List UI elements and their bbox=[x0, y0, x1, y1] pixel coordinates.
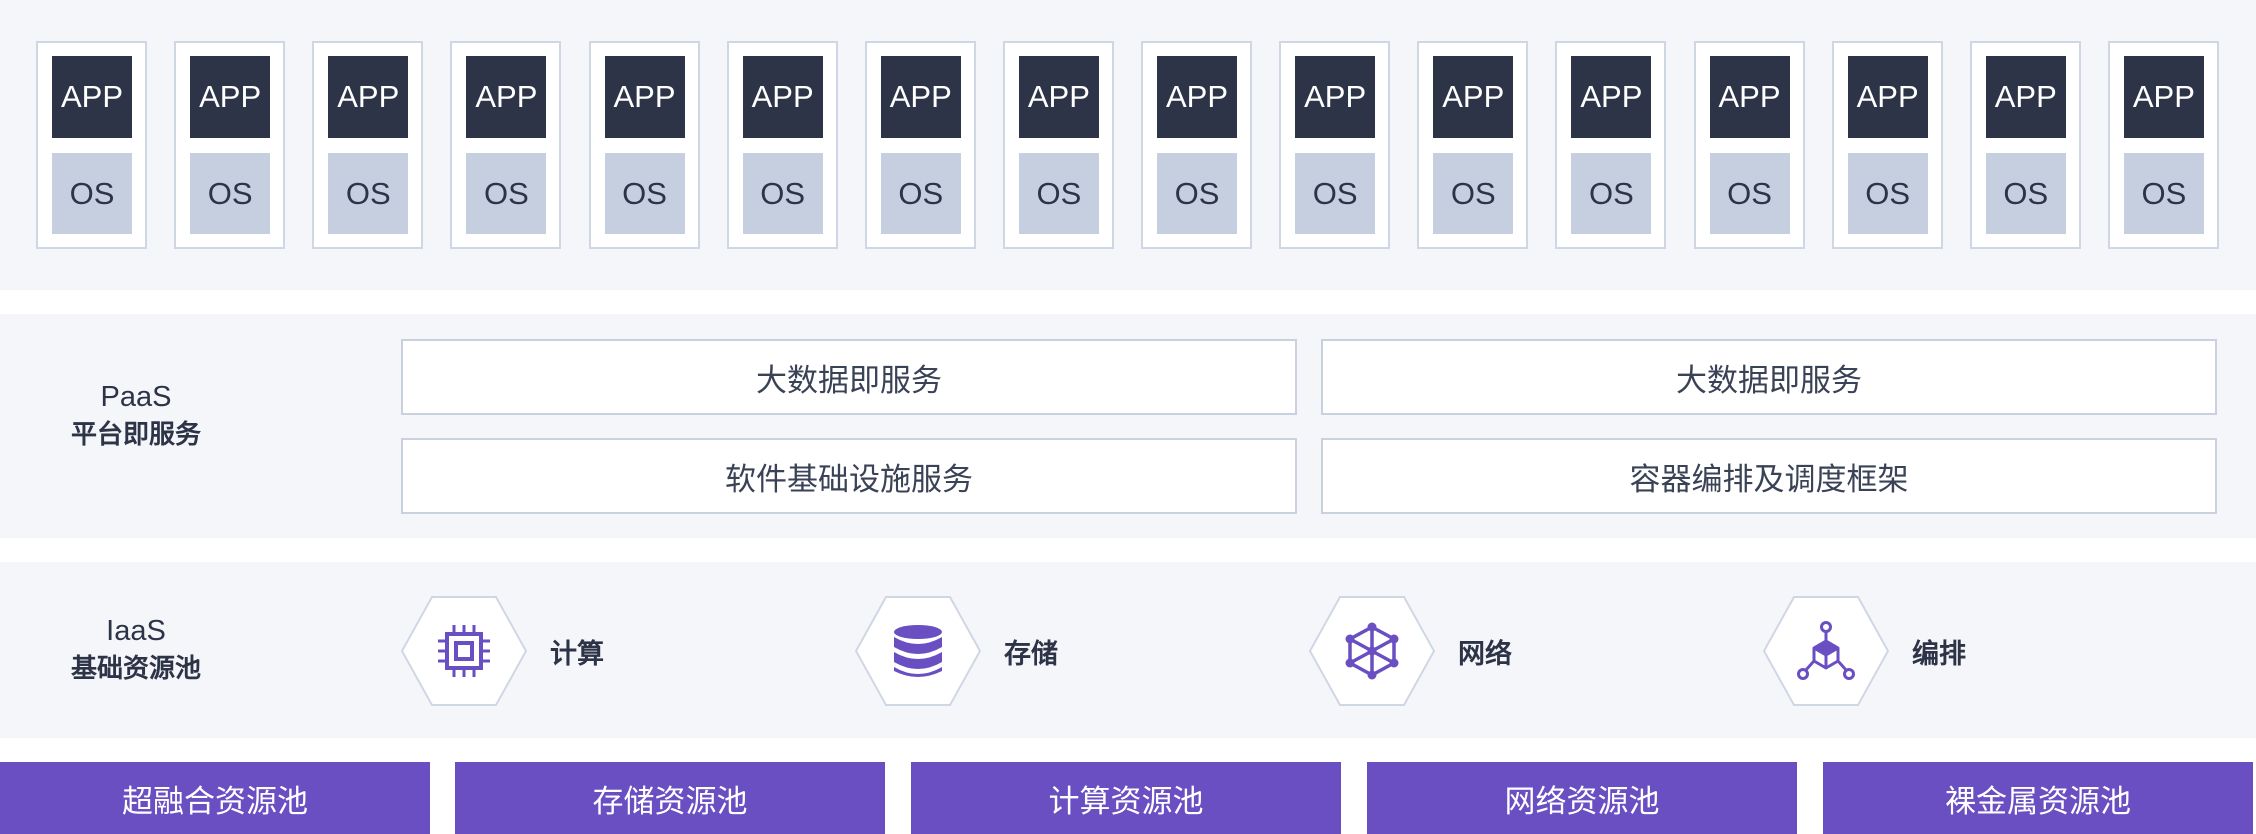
app-card: APP OS bbox=[312, 41, 424, 249]
pool-bare-metal: 裸金属资源池 bbox=[1823, 762, 2253, 834]
app-box: APP bbox=[328, 56, 409, 138]
app-box: APP bbox=[1709, 56, 1790, 138]
paas-service-big-data-1: 大数据即服务 bbox=[401, 339, 1297, 415]
app-card: APP OS bbox=[450, 41, 562, 249]
app-box: APP bbox=[1985, 56, 2066, 138]
resource-pool-bar: 超融合资源池 存储资源池 计算资源池 网络资源池 裸金属资源池 bbox=[0, 762, 2256, 834]
os-box: OS bbox=[466, 153, 547, 234]
os-box: OS bbox=[604, 153, 685, 234]
app-box: APP bbox=[1433, 56, 1514, 138]
iaas-label-en: IaaS bbox=[106, 615, 166, 647]
app-box: APP bbox=[190, 56, 271, 138]
iaas-item-compute: 计算 bbox=[400, 594, 604, 708]
os-box: OS bbox=[1295, 153, 1376, 234]
iaas-label-zh: 基础资源池 bbox=[70, 654, 201, 684]
app-box: APP bbox=[466, 56, 547, 138]
app-card: APP OS bbox=[1693, 41, 1805, 249]
cpu-chip-icon bbox=[438, 625, 490, 677]
paas-service-container-orchestration: 容器编排及调度框架 bbox=[1321, 438, 2217, 514]
os-box: OS bbox=[1571, 153, 1652, 234]
os-box: OS bbox=[328, 153, 409, 234]
pool-network: 网络资源池 bbox=[1367, 762, 1797, 834]
app-card: APP OS bbox=[174, 41, 286, 249]
app-card: APP OS bbox=[1555, 41, 1667, 249]
pool-compute: 计算资源池 bbox=[911, 762, 1341, 834]
app-box: APP bbox=[1157, 56, 1237, 138]
os-box: OS bbox=[1018, 153, 1099, 234]
os-box: OS bbox=[1157, 153, 1237, 234]
paas-service-big-data-2: 大数据即服务 bbox=[1321, 339, 2217, 415]
os-box: OS bbox=[1433, 153, 1514, 234]
app-card: APP OS bbox=[864, 41, 976, 249]
paas-label-en: PaaS bbox=[100, 381, 172, 413]
network-cube-icon bbox=[1345, 622, 1399, 680]
orchestration-icon bbox=[1797, 621, 1855, 680]
app-box: APP bbox=[880, 56, 961, 138]
iaas-item-network: 网络 bbox=[1308, 594, 1512, 708]
app-box: APP bbox=[1571, 56, 1652, 138]
app-box: APP bbox=[1018, 56, 1099, 138]
os-box: OS bbox=[190, 153, 271, 234]
os-box: OS bbox=[2123, 153, 2204, 234]
iaas-item-label: 编排 bbox=[1912, 638, 1966, 670]
app-card: APP OS bbox=[1969, 41, 2081, 249]
paas-layer: PaaS 平台即服务 大数据即服务 大数据即服务 软件基础设施服务 容器编排及调… bbox=[0, 314, 2256, 538]
os-box: OS bbox=[1847, 153, 1928, 234]
os-box: OS bbox=[1985, 153, 2066, 234]
app-box: APP bbox=[52, 56, 132, 138]
app-box: APP bbox=[1847, 56, 1928, 138]
iaas-layer: IaaS 基础资源池 计算 存储 网络 编排 bbox=[0, 562, 2256, 738]
iaas-item-orchestration: 编排 bbox=[1762, 594, 1966, 708]
pool-storage: 存储资源池 bbox=[455, 762, 885, 834]
app-card: APP OS bbox=[1417, 41, 1529, 249]
app-card: APP OS bbox=[1279, 41, 1391, 249]
paas-label-zh: 平台即服务 bbox=[70, 420, 201, 450]
app-card: APP OS bbox=[588, 41, 700, 249]
iaas-item-label: 计算 bbox=[550, 638, 604, 670]
app-box: APP bbox=[1295, 56, 1376, 138]
app-box: APP bbox=[604, 56, 685, 138]
pool-hyperconverged: 超融合资源池 bbox=[0, 762, 430, 834]
iaas-item-label: 网络 bbox=[1458, 638, 1512, 670]
os-box: OS bbox=[742, 153, 823, 234]
iaas-item-storage: 存储 bbox=[854, 594, 1058, 708]
app-card-row: APP OS APP OS APP OS APP OS APP OS APP OS APP OS APP OS… bbox=[36, 41, 2219, 249]
app-card: APP OS bbox=[1831, 41, 1943, 249]
os-box: OS bbox=[880, 153, 961, 234]
app-card: APP OS bbox=[726, 41, 838, 249]
app-layer: APP OS APP OS APP OS APP OS APP OS APP OS APP OS APP OS… bbox=[0, 0, 2256, 290]
os-box: OS bbox=[52, 153, 132, 234]
database-icon bbox=[894, 625, 942, 677]
hexagon-frame bbox=[1762, 595, 1890, 707]
app-card: APP OS bbox=[36, 41, 147, 249]
iaas-item-label: 存储 bbox=[1004, 638, 1058, 670]
paas-service-software-infra: 软件基础设施服务 bbox=[401, 438, 1297, 514]
hexagon-frame bbox=[1308, 595, 1436, 707]
app-box: APP bbox=[742, 56, 823, 138]
app-card: APP OS bbox=[1141, 41, 1252, 249]
app-card: APP OS bbox=[2107, 41, 2219, 249]
hexagon-frame bbox=[400, 595, 528, 707]
hexagon-frame bbox=[854, 595, 982, 707]
iaas-label: IaaS 基础资源池 bbox=[0, 612, 272, 688]
paas-label: PaaS 平台即服务 bbox=[0, 378, 272, 454]
app-card: APP OS bbox=[1002, 41, 1114, 249]
os-box: OS bbox=[1709, 153, 1790, 234]
app-box: APP bbox=[2123, 56, 2204, 138]
